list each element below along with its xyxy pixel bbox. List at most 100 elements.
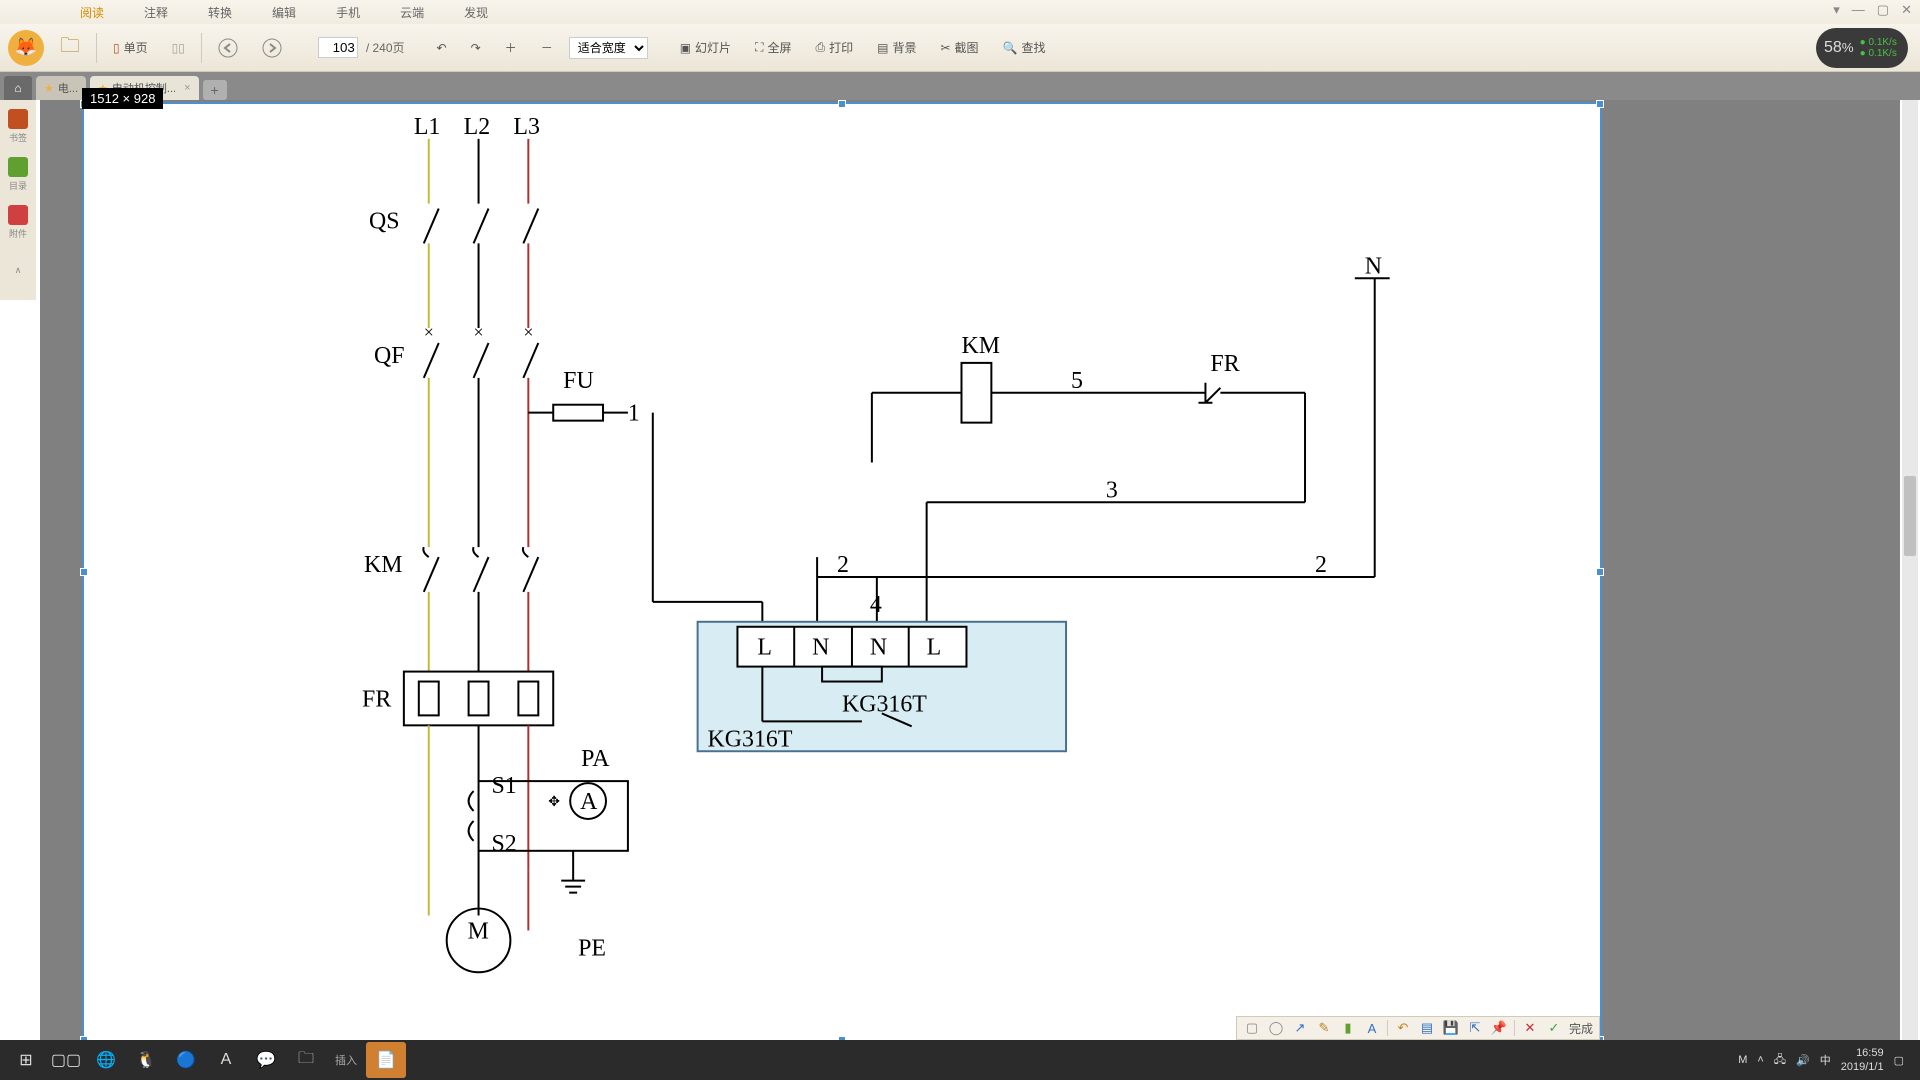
tab-1-label: 电...	[58, 80, 78, 96]
rotate-right-button[interactable]: ↷	[463, 37, 489, 59]
svg-text:×: ×	[424, 322, 434, 342]
app-browser-icon[interactable]: 🌐	[86, 1042, 126, 1078]
app-wechat-icon[interactable]: 💬	[246, 1042, 286, 1078]
sidebar-outline[interactable]: 目录	[4, 156, 32, 192]
zoom-out-button[interactable]: －	[533, 35, 561, 60]
menu-convert[interactable]: 转换	[208, 4, 232, 21]
svg-text:✥: ✥	[548, 795, 560, 810]
screenshot-button[interactable]: ✂ 截图	[932, 35, 986, 60]
svg-text:2: 2	[1315, 552, 1327, 578]
dropdown-icon[interactable]: ▾	[1833, 2, 1840, 18]
cancel-icon[interactable]: ✕	[1521, 1019, 1539, 1037]
svg-text:QS: QS	[369, 208, 400, 234]
pin-icon[interactable]: 📌	[1490, 1019, 1508, 1037]
share-icon[interactable]: ⇱	[1466, 1019, 1484, 1037]
app-foxit-icon[interactable]: 📄	[366, 1042, 406, 1078]
tray-net-icon[interactable]: 🖧	[1774, 1051, 1786, 1070]
new-tab-button[interactable]: +	[203, 80, 227, 100]
find-button[interactable]: 🔍 查找	[995, 35, 1054, 60]
doc-tab-1[interactable]: ★ 电...	[36, 76, 86, 100]
image-dimensions-tooltip: 1512 × 928	[82, 88, 163, 109]
app-explorer-icon[interactable]: 🗀	[286, 1042, 326, 1078]
zoom-in-button[interactable]: ＋	[497, 35, 525, 60]
home-tab[interactable]: ⌂	[4, 76, 32, 100]
circuit-diagram: L1 L2 L3 QS QF ××× FU	[84, 104, 1600, 1040]
page-number-input[interactable]	[318, 37, 358, 58]
tool-highlight-icon[interactable]: ▮	[1339, 1019, 1357, 1037]
print-button[interactable]: ⎙ 打印	[807, 35, 861, 60]
background-button[interactable]: ▤ 背景	[869, 35, 924, 60]
fullscreen-button[interactable]: ⛶ 全屏	[747, 35, 799, 60]
svg-text:PA: PA	[581, 746, 610, 772]
selected-image[interactable]: L1 L2 L3 QS QF ××× FU	[82, 102, 1602, 1040]
vertical-scrollbar[interactable]	[1902, 100, 1918, 1040]
back-button[interactable]	[210, 34, 246, 62]
svg-text:PE: PE	[578, 935, 606, 961]
confirm-icon[interactable]: ✓	[1545, 1019, 1563, 1037]
sidebar-collapse[interactable]: ∧	[4, 252, 32, 288]
menu-read[interactable]: 阅读	[80, 4, 104, 21]
svg-text:L: L	[927, 635, 942, 661]
single-page-button[interactable]: ▯单页	[105, 35, 156, 60]
tab-close-icon[interactable]: ×	[184, 82, 190, 94]
menu-discover[interactable]: 发现	[464, 4, 488, 21]
svg-text:QF: QF	[374, 343, 405, 369]
tray-notif-icon[interactable]: ▢	[1894, 1054, 1904, 1067]
svg-text:L: L	[757, 635, 772, 661]
svg-text:L3: L3	[513, 114, 540, 140]
sidebar-bookmark[interactable]: 书签	[4, 108, 32, 144]
svg-text:A: A	[580, 789, 598, 815]
task-view-icon[interactable]: ▢▢	[46, 1042, 86, 1078]
zoom-mode-select[interactable]: 适合宽度	[569, 37, 648, 59]
tool-rect-icon[interactable]: ▢	[1243, 1019, 1261, 1037]
tray-clock[interactable]: 16:59 2019/1/1	[1841, 1046, 1884, 1074]
close-icon[interactable]: ✕	[1901, 2, 1912, 18]
svg-text:L1: L1	[414, 114, 441, 140]
tray-up-icon[interactable]: ˄	[1757, 1054, 1763, 1066]
open-button[interactable]: 🗀	[52, 27, 88, 69]
forward-button[interactable]	[254, 34, 290, 62]
app-icon[interactable]: 🦊	[8, 30, 44, 66]
tray-m-icon[interactable]: M	[1738, 1054, 1747, 1066]
svg-text:FR: FR	[1210, 351, 1239, 377]
window-controls: ▾ — ▢ ✕	[1833, 2, 1912, 18]
minimize-icon[interactable]: —	[1852, 2, 1865, 18]
scrollbar-thumb[interactable]	[1904, 476, 1916, 556]
done-label[interactable]: 完成	[1569, 1020, 1593, 1037]
start-button[interactable]: ⊞	[6, 1042, 46, 1078]
menu-edit[interactable]: 编辑	[272, 4, 296, 21]
sidebar-attach[interactable]: 附件	[4, 204, 32, 240]
page-total-label: / 240页	[366, 39, 405, 56]
tray-ime[interactable]: 中	[1820, 1052, 1831, 1068]
save-icon[interactable]: 💾	[1442, 1019, 1460, 1037]
tool-text-icon[interactable]: A	[1363, 1019, 1381, 1037]
app-video-icon[interactable]: 插入	[326, 1042, 366, 1078]
windows-taskbar: ⊞ ▢▢ 🌐 🐧 🔵 A 💬 🗀 插入 📄 M ˄ 🖧 🔊 中 16:59 20…	[0, 1040, 1920, 1080]
rotate-left-button[interactable]: ↶	[429, 37, 455, 59]
app-cad-icon[interactable]: A	[206, 1042, 246, 1078]
app-edge-icon[interactable]: 🔵	[166, 1042, 206, 1078]
maximize-icon[interactable]: ▢	[1877, 2, 1889, 18]
system-tray: M ˄ 🖧 🔊 中 16:59 2019/1/1 ▢	[1738, 1046, 1914, 1074]
speed-badge: 58% ● 0.1K/s ● 0.1K/s	[1816, 28, 1908, 68]
tab-strip: ⌂ ★ 电... ★ 电动机控制... × +	[0, 72, 1920, 100]
svg-text:S2: S2	[491, 831, 516, 857]
slideshow-button[interactable]: ▣ 幻灯片	[672, 35, 739, 60]
left-sidebar: 书签 目录 附件 ∧	[0, 100, 36, 300]
tool-ellipse-icon[interactable]: ◯	[1267, 1019, 1285, 1037]
tray-vol-icon[interactable]: 🔊	[1796, 1054, 1810, 1067]
menu-annotate[interactable]: 注释	[144, 4, 168, 21]
app-qq-icon[interactable]: 🐧	[126, 1042, 166, 1078]
svg-text:KM: KM	[364, 552, 402, 578]
menu-mobile[interactable]: 手机	[336, 4, 360, 21]
copy-icon[interactable]: ▤	[1418, 1019, 1436, 1037]
svg-text:×: ×	[474, 322, 484, 342]
undo-icon[interactable]: ↶	[1394, 1019, 1412, 1037]
main-toolbar: 🦊 🗀 ▯单页 ▯▯ / 240页 ↶ ↷ ＋ － 适合宽度 ▣ 幻灯片 ⛶ 全…	[0, 24, 1920, 72]
edit-toolbar: ▢ ◯ ↗ ✎ ▮ A ↶ ▤ 💾 ⇱ 📌 ✕ ✓ 完成	[1236, 1016, 1600, 1040]
svg-text:KM: KM	[961, 333, 999, 359]
tool-arrow-icon[interactable]: ↗	[1291, 1019, 1309, 1037]
continuous-button[interactable]: ▯▯	[164, 37, 193, 59]
menu-cloud[interactable]: 云端	[400, 4, 424, 21]
tool-brush-icon[interactable]: ✎	[1315, 1019, 1333, 1037]
